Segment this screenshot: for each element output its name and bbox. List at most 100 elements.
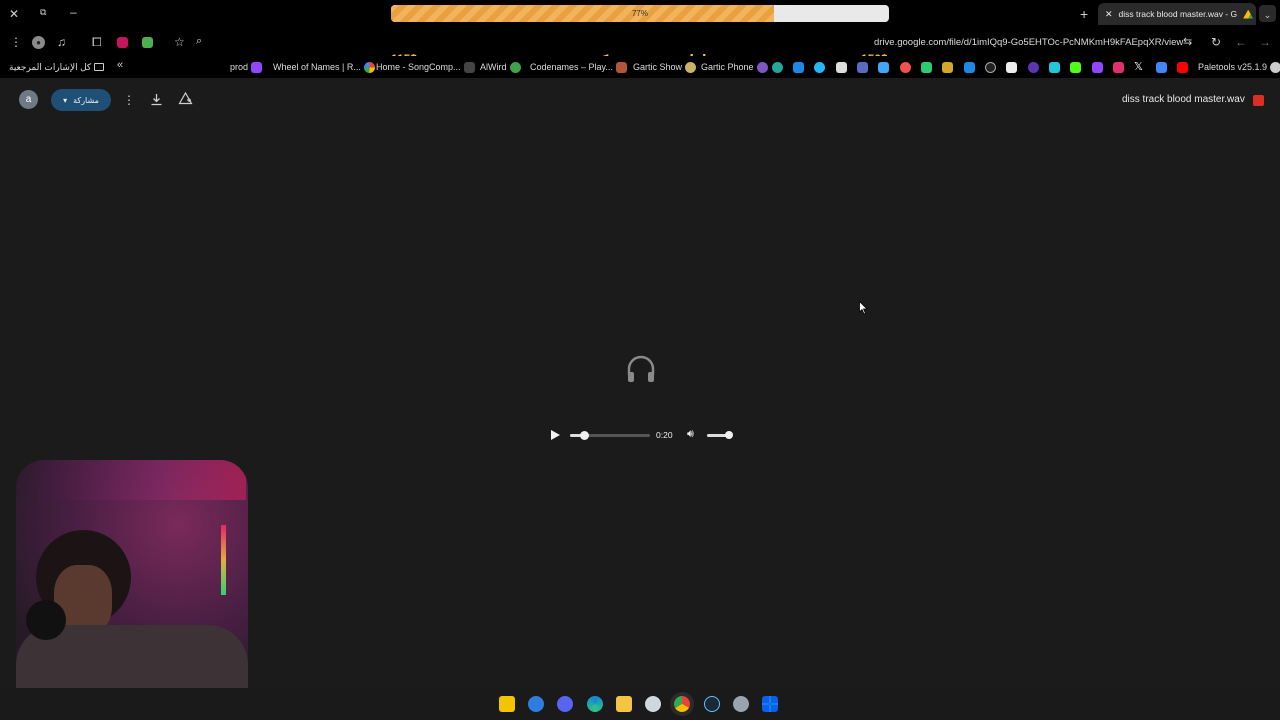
audio-player: 0:20 🔊︎ xyxy=(540,425,740,445)
download-icon[interactable] xyxy=(150,93,163,106)
bookmark-icon-7[interactable] xyxy=(900,62,911,73)
zoom-icon[interactable]: ⌕ xyxy=(196,35,202,48)
more-vert-icon[interactable]: ⋮ xyxy=(123,93,135,107)
instagram-icon[interactable] xyxy=(1113,62,1124,73)
webcam-microphone xyxy=(26,600,66,640)
url-text[interactable]: drive.google.com/file/d/1imIQq9-Go5EHTOc… xyxy=(874,37,1183,48)
bookmark-icon-13[interactable] xyxy=(1028,62,1039,73)
twitch-icon[interactable] xyxy=(1092,62,1103,73)
seek-handle[interactable] xyxy=(580,431,590,440)
file-name: diss track blood master.wav xyxy=(1122,94,1245,105)
title-bar: ✕ ⧉ – 77% + ✕ diss track blood master.wa… xyxy=(0,0,1280,28)
tab-search-button[interactable]: ⌄ xyxy=(1259,5,1276,22)
settings-app-icon[interactable] xyxy=(733,696,749,712)
chevron-down-icon: ⌄ xyxy=(1263,10,1272,20)
bookmark-icon-5[interactable] xyxy=(857,62,868,73)
bookmark-icon-8[interactable] xyxy=(921,62,932,73)
wheel-icon xyxy=(363,61,375,73)
rockstar-icon[interactable] xyxy=(499,696,515,712)
bookmark-icon-3[interactable] xyxy=(814,62,825,73)
obs-icon[interactable] xyxy=(645,696,661,712)
chevrons-icon[interactable]: « xyxy=(117,59,123,71)
time-label: 0:20 xyxy=(656,430,673,440)
bookmark-songcomp[interactable]: Home - SongComp... xyxy=(376,60,475,74)
bookmark-icon-10[interactable] xyxy=(964,62,975,73)
bookmark-label: Wheel of Names | R... xyxy=(273,62,361,72)
menu-dots-icon[interactable]: ⋮ xyxy=(10,35,22,49)
audio-file-icon xyxy=(1253,95,1264,106)
share-button[interactable]: ▾ مشاركة xyxy=(51,89,111,111)
twitch-icon xyxy=(251,61,263,73)
file-explorer-icon[interactable] xyxy=(616,696,632,712)
folder-icon xyxy=(94,63,105,71)
battlenet-icon[interactable] xyxy=(528,696,544,712)
youtube-icon[interactable] xyxy=(1177,62,1188,73)
restore-icon[interactable]: ⧉ xyxy=(40,7,46,18)
alwird-icon xyxy=(509,61,521,73)
volume-slider[interactable] xyxy=(707,431,733,439)
discord-icon[interactable] xyxy=(557,696,573,712)
headphones-icon xyxy=(627,355,655,382)
minimize-icon[interactable]: – xyxy=(70,5,77,19)
bookmark-icon-2[interactable] xyxy=(793,62,804,73)
bookmark-wheel-of-names[interactable]: Wheel of Names | R... xyxy=(273,60,375,74)
goal-progress-label: 77% xyxy=(631,9,648,18)
extension-ublock-icon[interactable] xyxy=(117,37,128,48)
bookmark-label: Paletools v25.1.9 xyxy=(1198,62,1268,72)
bookmark-icon-12[interactable] xyxy=(1006,62,1017,73)
bookmark-icon-14[interactable] xyxy=(1049,62,1060,73)
avatar[interactable]: a xyxy=(19,90,38,109)
taskbar xyxy=(0,688,1280,720)
webcam-light xyxy=(36,460,246,500)
profile-icon[interactable]: ● xyxy=(32,36,45,49)
paletools-icon xyxy=(1270,61,1280,73)
all-bookmarks-button[interactable]: كل الإشارات المرجعية xyxy=(9,60,105,74)
close-icon[interactable]: ✕ xyxy=(9,7,19,21)
active-tab[interactable]: ✕ diss track blood master.wav - G xyxy=(1098,3,1256,25)
extensions-icon[interactable]: ⧠ xyxy=(92,35,102,50)
kick-icon[interactable] xyxy=(1070,62,1081,73)
bookmark-label: AlWird xyxy=(480,62,507,72)
translate-icon[interactable] xyxy=(1156,62,1167,73)
seek-bar[interactable] xyxy=(570,431,650,440)
reload-icon[interactable]: ↻ xyxy=(1211,35,1221,49)
add-to-drive-icon[interactable] xyxy=(178,92,193,106)
bookmark-gartic-show[interactable]: Gartic Show xyxy=(633,60,697,74)
extension-shield-icon[interactable] xyxy=(142,37,153,48)
windows-icon[interactable] xyxy=(762,696,778,712)
gartic-phone-icon xyxy=(756,61,768,73)
site-settings-icon[interactable]: ⇆ xyxy=(1183,35,1192,48)
bookmark-icon-6[interactable] xyxy=(878,62,889,73)
bookmark-label: Home - SongComp... xyxy=(376,62,461,72)
play-icon[interactable] xyxy=(550,429,561,441)
bookmark-icon-1[interactable] xyxy=(772,62,783,73)
tab-close-icon[interactable]: ✕ xyxy=(1105,9,1113,20)
webcam-rgb-strip xyxy=(221,525,226,595)
back-icon[interactable]: → xyxy=(1259,35,1271,49)
bookmark-codenames[interactable]: Codenames – Play... xyxy=(530,60,627,74)
bookmark-paletools[interactable]: Paletools v25.1.9 xyxy=(1198,60,1280,74)
bookmark-prod[interactable]: prod xyxy=(230,60,263,74)
chrome-icon[interactable] xyxy=(674,696,690,712)
x-icon[interactable]: 𝕏 xyxy=(1134,60,1143,73)
all-bookmarks-label: كل الإشارات المرجعية xyxy=(9,61,92,72)
edge-icon[interactable] xyxy=(587,696,603,712)
bookmark-icon-11[interactable] xyxy=(985,62,996,73)
star-icon[interactable]: ☆ xyxy=(174,35,185,49)
bookmark-label: Codenames – Play... xyxy=(530,62,613,72)
drive-favicon-icon xyxy=(1243,9,1254,19)
bookmark-gartic-phone[interactable]: Gartic Phone xyxy=(701,60,768,74)
bookmark-icon-9[interactable] xyxy=(942,62,953,73)
new-tab-icon[interactable]: + xyxy=(1080,6,1088,22)
bookmark-label: Gartic Show xyxy=(633,62,683,72)
forward-icon[interactable]: ← xyxy=(1235,35,1247,49)
tab-title: diss track blood master.wav - G xyxy=(1118,9,1238,19)
bookmark-alwird[interactable]: AlWird xyxy=(480,60,521,74)
volume-handle[interactable] xyxy=(725,431,733,439)
bookmark-icon-4[interactable] xyxy=(836,62,847,73)
steam-icon[interactable] xyxy=(704,696,720,712)
mouse-cursor-icon xyxy=(859,301,868,315)
volume-icon[interactable]: 🔊︎ xyxy=(687,428,694,441)
bookmarks-bar: كل الإشارات المرجعية « prod Wheel of Nam… xyxy=(0,56,1280,78)
media-control-icon[interactable]: ♫ xyxy=(57,35,66,49)
